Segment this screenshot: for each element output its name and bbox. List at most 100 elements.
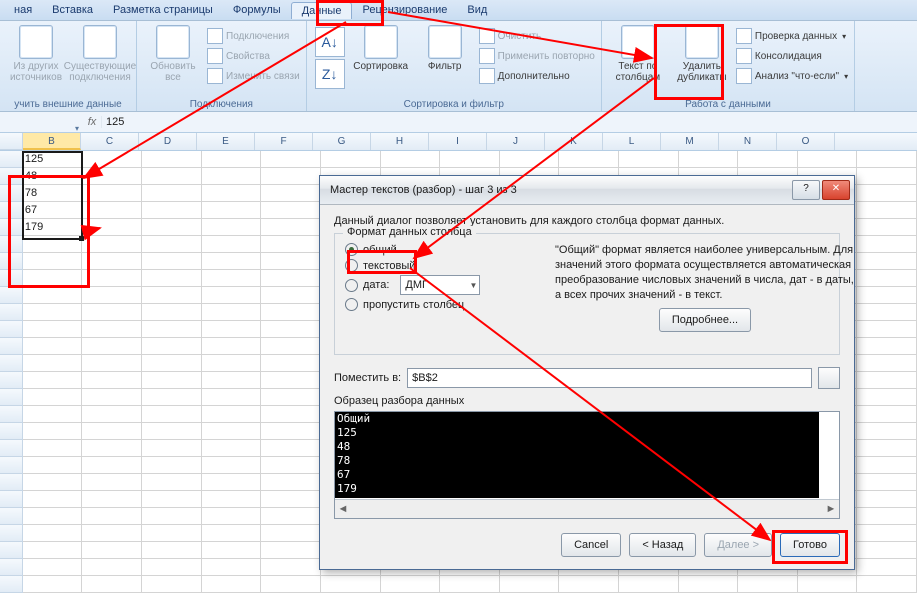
cell[interactable] bbox=[82, 525, 142, 542]
edit-links-item[interactable]: Изменить связи bbox=[207, 67, 300, 85]
cell[interactable] bbox=[857, 304, 917, 321]
cell[interactable] bbox=[321, 151, 381, 168]
cell[interactable] bbox=[738, 151, 798, 168]
col-header[interactable]: C bbox=[81, 133, 139, 150]
cell[interactable] bbox=[261, 338, 321, 355]
row-header[interactable] bbox=[0, 236, 23, 253]
cancel-button[interactable]: Cancel bbox=[561, 533, 621, 557]
cell[interactable] bbox=[857, 372, 917, 389]
cell[interactable] bbox=[857, 253, 917, 270]
cell[interactable] bbox=[202, 185, 262, 202]
cell[interactable] bbox=[23, 559, 83, 576]
cell[interactable] bbox=[261, 423, 321, 440]
cell[interactable] bbox=[202, 440, 262, 457]
cell[interactable] bbox=[142, 474, 202, 491]
cell[interactable] bbox=[619, 151, 679, 168]
row-header[interactable] bbox=[0, 423, 23, 440]
cell[interactable] bbox=[23, 423, 83, 440]
menu-item[interactable]: Формулы bbox=[223, 2, 291, 18]
cell[interactable] bbox=[857, 542, 917, 559]
row-header[interactable] bbox=[0, 474, 23, 491]
cell[interactable] bbox=[381, 576, 441, 593]
cell[interactable] bbox=[261, 542, 321, 559]
cell[interactable] bbox=[261, 406, 321, 423]
clear-filter-item[interactable]: Очистить bbox=[479, 27, 595, 45]
cell[interactable] bbox=[82, 321, 142, 338]
menu-item[interactable]: Разметка страницы bbox=[103, 2, 223, 18]
cell[interactable] bbox=[142, 321, 202, 338]
cell[interactable] bbox=[82, 202, 142, 219]
cell[interactable] bbox=[142, 338, 202, 355]
reapply-item[interactable]: Применить повторно bbox=[479, 47, 595, 65]
row-header[interactable] bbox=[0, 508, 23, 525]
cell[interactable] bbox=[857, 168, 917, 185]
refresh-all-button[interactable]: Обновить все bbox=[143, 23, 203, 93]
cell[interactable] bbox=[82, 406, 142, 423]
cell[interactable]: 48 bbox=[23, 168, 83, 185]
cell[interactable] bbox=[202, 355, 262, 372]
what-if-item[interactable]: Анализ "что-если"▾ bbox=[736, 67, 848, 85]
cell[interactable] bbox=[142, 423, 202, 440]
cell[interactable] bbox=[23, 474, 83, 491]
cell[interactable] bbox=[679, 151, 739, 168]
cell[interactable] bbox=[261, 304, 321, 321]
from-other-sources-button[interactable]: Из других источников bbox=[6, 23, 66, 93]
row-header[interactable] bbox=[0, 202, 23, 219]
row-header[interactable] bbox=[0, 525, 23, 542]
cell[interactable] bbox=[202, 491, 262, 508]
menu-item[interactable]: ная bbox=[4, 2, 42, 18]
cell[interactable] bbox=[82, 304, 142, 321]
date-format-select[interactable]: ДМГ bbox=[400, 275, 480, 295]
sort-button[interactable]: Сортировка bbox=[351, 23, 411, 93]
cell[interactable] bbox=[261, 202, 321, 219]
cell[interactable] bbox=[23, 338, 83, 355]
cell[interactable] bbox=[559, 576, 619, 593]
cell[interactable] bbox=[142, 440, 202, 457]
menu-item-data[interactable]: Данные bbox=[291, 2, 353, 19]
cell[interactable] bbox=[857, 287, 917, 304]
cell[interactable] bbox=[23, 270, 83, 287]
cell[interactable] bbox=[202, 236, 262, 253]
cell[interactable] bbox=[23, 389, 83, 406]
cell[interactable] bbox=[261, 457, 321, 474]
cell[interactable] bbox=[261, 491, 321, 508]
cell[interactable] bbox=[202, 168, 262, 185]
cell[interactable] bbox=[82, 236, 142, 253]
cell[interactable] bbox=[261, 508, 321, 525]
radio-skip[interactable] bbox=[345, 298, 358, 311]
back-button[interactable]: < Назад bbox=[629, 533, 696, 557]
cell[interactable] bbox=[261, 440, 321, 457]
cell[interactable] bbox=[440, 151, 500, 168]
cell[interactable] bbox=[142, 202, 202, 219]
cell[interactable] bbox=[857, 151, 917, 168]
row-header[interactable] bbox=[0, 321, 23, 338]
cell[interactable] bbox=[142, 389, 202, 406]
cell[interactable] bbox=[202, 151, 262, 168]
col-header[interactable]: H bbox=[371, 133, 429, 150]
radio-date[interactable] bbox=[345, 279, 358, 292]
sort-asc-icon[interactable]: A↓ bbox=[315, 27, 345, 57]
cell[interactable] bbox=[82, 423, 142, 440]
cell[interactable] bbox=[23, 542, 83, 559]
cell[interactable] bbox=[23, 236, 83, 253]
cell[interactable] bbox=[23, 576, 83, 593]
cell[interactable] bbox=[142, 457, 202, 474]
cell[interactable] bbox=[202, 338, 262, 355]
row-header[interactable] bbox=[0, 457, 23, 474]
cell[interactable] bbox=[142, 236, 202, 253]
cell[interactable] bbox=[261, 525, 321, 542]
cell[interactable] bbox=[202, 270, 262, 287]
fx-button[interactable]: fx bbox=[83, 116, 102, 128]
cell[interactable] bbox=[857, 389, 917, 406]
more-button[interactable]: Подробнее... bbox=[659, 308, 751, 332]
cell[interactable] bbox=[857, 355, 917, 372]
col-header[interactable]: F bbox=[255, 133, 313, 150]
cell[interactable] bbox=[857, 423, 917, 440]
col-header[interactable]: O bbox=[777, 133, 835, 150]
cell[interactable] bbox=[857, 202, 917, 219]
row-header[interactable] bbox=[0, 168, 23, 185]
cell[interactable] bbox=[261, 219, 321, 236]
row-header[interactable] bbox=[0, 542, 23, 559]
scroll-right-icon[interactable]: ► bbox=[823, 503, 839, 515]
cell[interactable] bbox=[82, 372, 142, 389]
